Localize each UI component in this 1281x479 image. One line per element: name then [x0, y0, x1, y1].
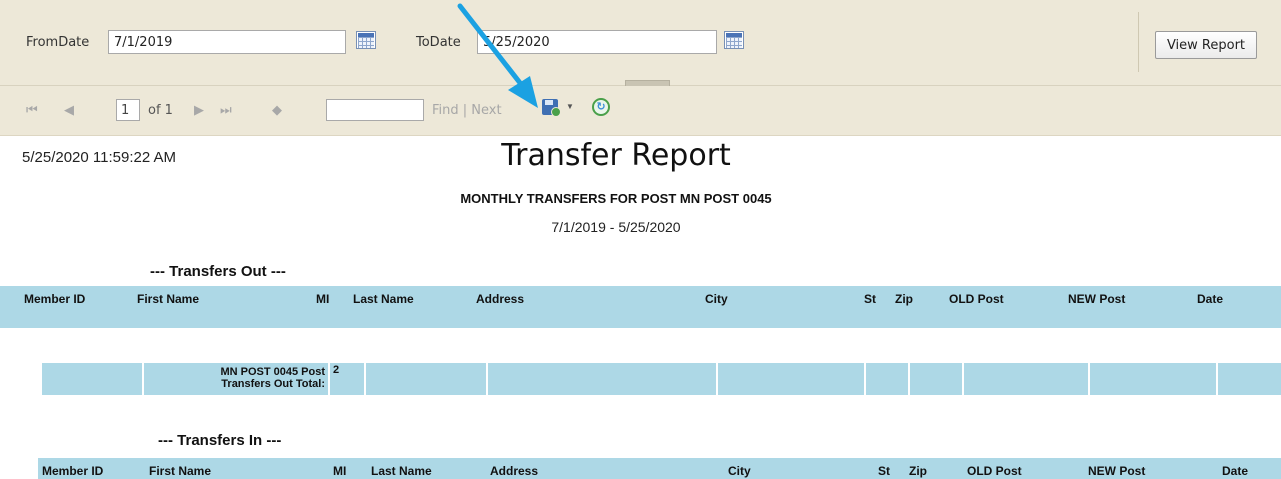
col-st: St [864, 292, 876, 306]
calendar-icon[interactable] [724, 31, 744, 49]
transfers-out-total-row: MN POST 0045 Post Transfers Out Total: 2 [42, 363, 1281, 395]
first-page-icon[interactable]: ⏮ [26, 102, 38, 118]
col-member-id: Member ID [42, 464, 104, 478]
col-last-name: Last Name [371, 464, 432, 478]
dropdown-arrow-icon[interactable]: ▼ [566, 102, 574, 111]
col-address: Address [476, 292, 525, 306]
total-cell [910, 363, 962, 395]
total-cell [488, 363, 716, 395]
report-title: Transfer Report [501, 138, 731, 173]
total-label: MN POST 0045 Post Transfers Out Total: [144, 363, 328, 395]
col-st: St [878, 464, 890, 478]
page-count: of 1 [148, 103, 173, 118]
col-zip: Zip [909, 464, 927, 478]
report-subtitle: MONTHLY TRANSFERS FOR POST MN POST 0045 [460, 191, 772, 206]
total-cell [42, 363, 142, 395]
total-cell [366, 363, 486, 395]
col-first-name: First Name [137, 292, 200, 306]
total-cell [1090, 363, 1216, 395]
col-new-post: NEW Post [1088, 464, 1146, 478]
from-date-label: FromDate [26, 35, 90, 50]
report-date-range: 7/1/2019 - 5/25/2020 [551, 219, 681, 235]
transfers-out-header: Member ID First Name MI Last Name Addres… [0, 286, 1281, 328]
col-old-post: OLD Post [967, 464, 1022, 478]
col-old-post: OLD Post [949, 292, 1004, 306]
col-mi: MI [316, 292, 330, 306]
col-first-name: First Name [149, 464, 212, 478]
save-export-icon[interactable] [542, 99, 561, 117]
col-zip: Zip [895, 292, 913, 306]
next-page-icon[interactable]: ▶ [194, 102, 204, 118]
to-date-label: ToDate [416, 35, 461, 50]
last-page-icon[interactable]: ⏭ [220, 102, 232, 118]
col-mi: MI [333, 464, 347, 478]
col-date: Date [1222, 464, 1249, 478]
total-cell [718, 363, 864, 395]
back-icon[interactable]: ◆ [272, 102, 282, 118]
from-date-input[interactable] [108, 30, 346, 54]
col-city: City [728, 464, 751, 478]
to-date-input[interactable] [477, 30, 717, 54]
find-input[interactable] [326, 99, 424, 121]
total-cell [866, 363, 908, 395]
col-address: Address [490, 464, 539, 478]
prev-page-icon[interactable]: ◀ [64, 102, 74, 118]
total-value: 2 [330, 363, 364, 395]
transfers-in-heading: --- Transfers In --- [158, 432, 282, 449]
col-date: Date [1197, 292, 1224, 306]
transfers-in-header: Member ID First Name MI Last Name Addres… [38, 458, 1281, 479]
col-last-name: Last Name [353, 292, 414, 306]
divider [1138, 12, 1139, 72]
total-cell [964, 363, 1088, 395]
calendar-icon[interactable] [356, 31, 376, 49]
total-cell [1218, 363, 1281, 395]
transfers-out-heading: --- Transfers Out --- [150, 263, 286, 280]
find-next-links[interactable]: Find | Next [432, 103, 502, 118]
col-city: City [705, 292, 728, 306]
refresh-icon[interactable]: ↻ [592, 98, 610, 116]
report-toolbar: ⏮ ◀ of 1 ▶ ⏭ ◆ Find | Next ▼ ↻ [0, 86, 1281, 136]
col-new-post: NEW Post [1068, 292, 1126, 306]
view-report-button[interactable]: View Report [1155, 31, 1257, 59]
col-member-id: Member ID [24, 292, 86, 306]
parameter-bar: FromDate ToDate View Report [0, 0, 1281, 86]
page-number-input[interactable] [116, 99, 140, 121]
